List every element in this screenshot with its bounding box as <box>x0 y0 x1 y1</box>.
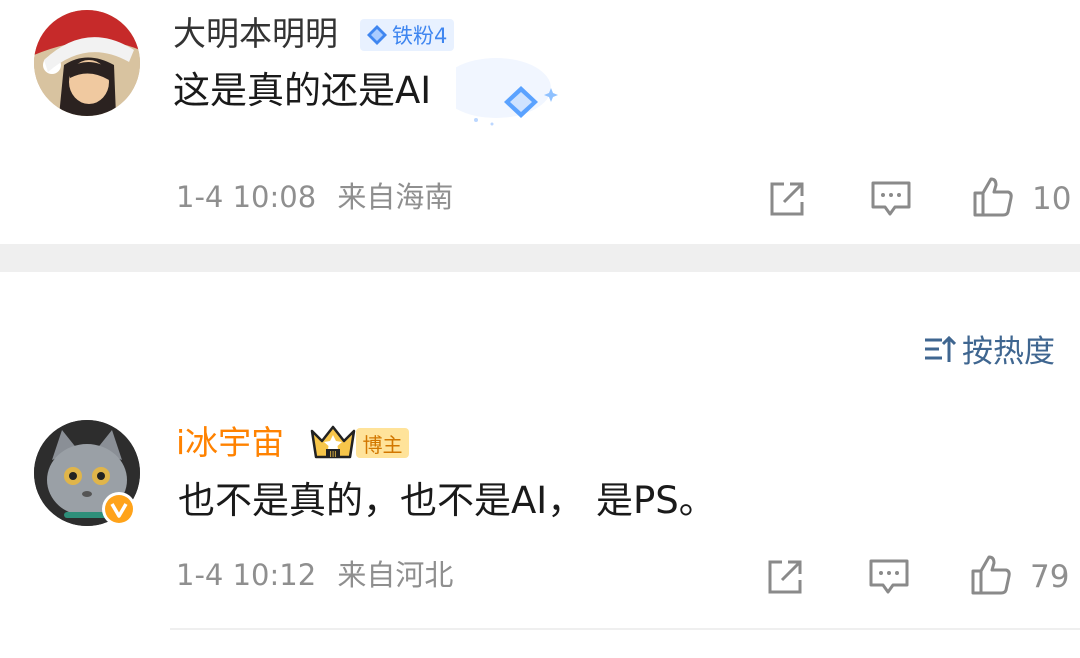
sort-label: 按热度 <box>962 334 1055 370</box>
like-count: 10 <box>1032 181 1072 217</box>
diamond-icon <box>367 25 387 45</box>
verified-badge <box>102 492 136 526</box>
comment-text: 这是真的还是AI <box>173 69 432 112</box>
host-badge-label: 博主 <box>362 432 403 457</box>
comment-divider <box>170 628 1080 630</box>
crown-icon: III <box>310 425 356 459</box>
timestamp: 1-4 10:12 来自河北 <box>176 557 453 593</box>
comment-bubble-decoration <box>441 58 566 138</box>
like-count: 79 <box>1030 559 1070 595</box>
comment-icon[interactable] <box>870 178 912 220</box>
comment-time: 1-4 10:12 <box>176 558 317 592</box>
comment-location: 来自海南 <box>337 180 454 214</box>
comment-text: 也不是真的，也不是AI， 是PS。 <box>178 479 716 522</box>
avatar[interactable] <box>34 10 140 116</box>
diamond-icon <box>441 58 558 126</box>
username[interactable]: 大明本明明 <box>173 14 338 54</box>
fan-badge[interactable]: 铁粉4 <box>360 19 454 51</box>
comment-location: 来自河北 <box>337 558 454 592</box>
share-icon[interactable] <box>764 556 806 598</box>
sort-icon <box>925 335 956 362</box>
host-badge: 博主 <box>356 428 409 458</box>
username[interactable]: i冰宇宙 <box>176 423 284 463</box>
comment-time: 1-4 10:08 <box>176 180 317 214</box>
sort-toggle[interactable]: 按热度 <box>922 326 1055 371</box>
verified-icon <box>105 495 133 523</box>
share-icon[interactable] <box>766 178 808 220</box>
timestamp: 1-4 10:08 来自海南 <box>176 179 453 215</box>
like-icon[interactable] <box>972 176 1014 218</box>
comment-icon[interactable] <box>868 556 910 598</box>
fan-badge-label: 铁粉4 <box>392 24 448 48</box>
avatar-image <box>34 10 140 116</box>
section-divider <box>0 244 1080 272</box>
crown-level: III <box>329 450 336 459</box>
like-icon[interactable] <box>970 554 1012 596</box>
